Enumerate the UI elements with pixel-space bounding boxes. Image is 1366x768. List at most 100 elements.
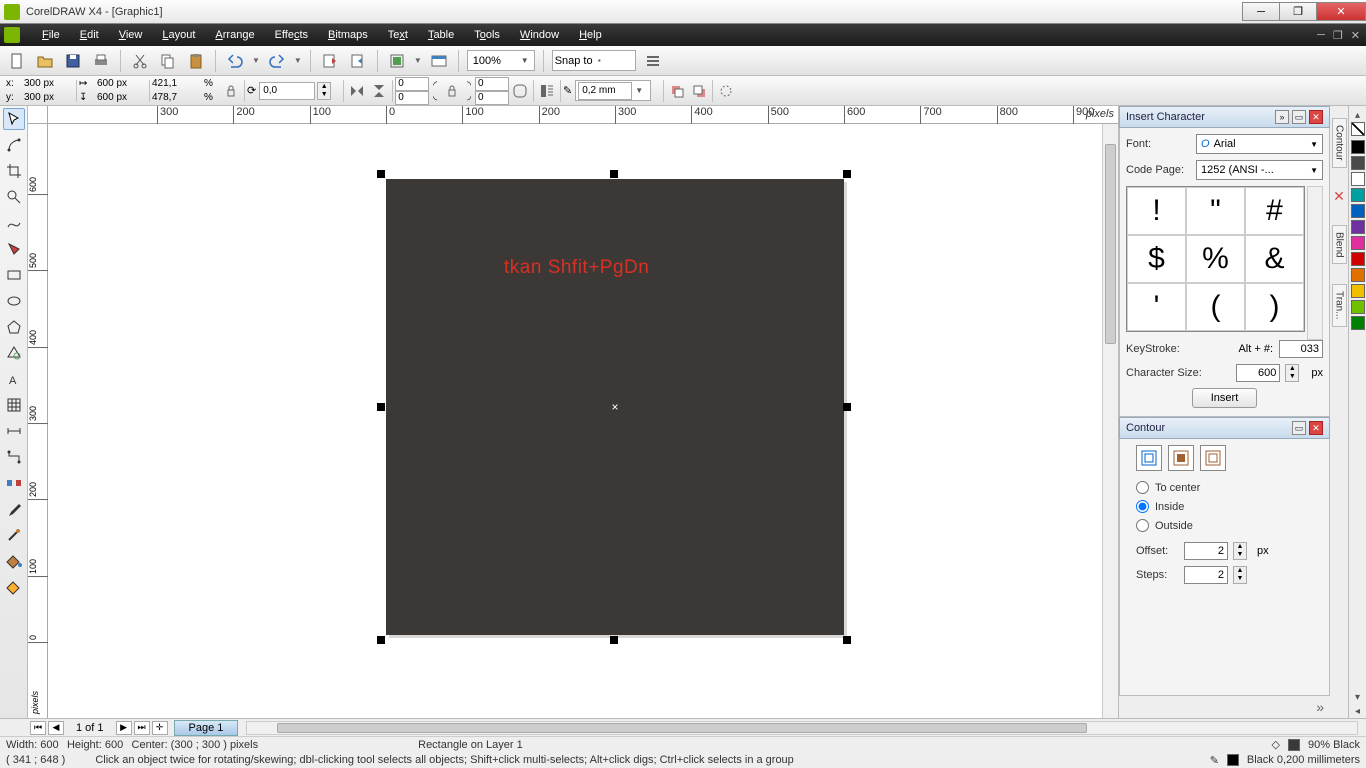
- first-page-button[interactable]: ⏮: [30, 721, 46, 735]
- menu-arrange[interactable]: Arrange: [205, 24, 264, 46]
- selection-handle-tr[interactable]: [843, 170, 851, 178]
- wrap-text-button[interactable]: [536, 80, 558, 102]
- selection-handle-tm[interactable]: [610, 170, 618, 178]
- to-center-radio[interactable]: To center: [1136, 481, 1323, 494]
- character-cell[interactable]: ): [1245, 283, 1304, 331]
- docker-min-icon[interactable]: ▭: [1292, 110, 1306, 124]
- ruler-corner[interactable]: [28, 106, 48, 124]
- tab-close-icon[interactable]: ✕: [1333, 188, 1345, 205]
- selection-handle-bm[interactable]: [610, 636, 618, 644]
- open-button[interactable]: [34, 50, 56, 72]
- codepage-dropdown[interactable]: 1252 (ANSI -...▼: [1196, 160, 1323, 180]
- tab-contour[interactable]: Contour: [1332, 118, 1347, 168]
- snap-dropdown[interactable]: Snap to ▪: [552, 50, 636, 71]
- import-button[interactable]: [319, 50, 341, 72]
- copy-button[interactable]: [157, 50, 179, 72]
- minimize-button[interactable]: ─: [1242, 2, 1280, 21]
- charsize-input[interactable]: [1236, 364, 1280, 382]
- table-tool[interactable]: [3, 394, 25, 416]
- color-swatch[interactable]: [1351, 316, 1365, 330]
- selection-handle-br[interactable]: [843, 636, 851, 644]
- menu-window[interactable]: Window: [510, 24, 569, 46]
- fill-swatch[interactable]: [1288, 739, 1300, 751]
- corner-lock-button[interactable]: [441, 80, 463, 102]
- font-dropdown[interactable]: OArial▼: [1196, 134, 1323, 154]
- save-button[interactable]: [62, 50, 84, 72]
- x-input[interactable]: [24, 78, 74, 89]
- paste-button[interactable]: [185, 50, 207, 72]
- lock-ratio-button[interactable]: [220, 80, 242, 102]
- character-cell[interactable]: $: [1127, 235, 1186, 283]
- menu-table[interactable]: Table: [418, 24, 464, 46]
- smart-fill-tool[interactable]: [3, 238, 25, 260]
- scale-y-input[interactable]: [152, 92, 202, 103]
- undo-caret-icon[interactable]: ▼: [252, 56, 260, 65]
- redo-caret-icon[interactable]: ▼: [294, 56, 302, 65]
- color-swatch[interactable]: [1351, 284, 1365, 298]
- color-swatch[interactable]: [1351, 300, 1365, 314]
- contour-header[interactable]: Contour ▭✕: [1119, 417, 1330, 439]
- horizontal-ruler[interactable]: pixels 300200100010020030040050060070080…: [48, 106, 1118, 124]
- character-cell[interactable]: ": [1186, 187, 1245, 235]
- outline-tool[interactable]: [3, 524, 25, 546]
- selection-handle-ml[interactable]: [377, 403, 385, 411]
- offset-input[interactable]: [1184, 542, 1228, 560]
- corner-tr-input[interactable]: [475, 77, 509, 91]
- interactive-blend-tool[interactable]: [3, 472, 25, 494]
- menu-help[interactable]: Help: [569, 24, 612, 46]
- menu-edit[interactable]: Edit: [70, 24, 109, 46]
- basic-shapes-tool[interactable]: [3, 342, 25, 364]
- palette-down-icon[interactable]: ▾: [1355, 690, 1360, 704]
- interactive-fill-tool[interactable]: [3, 576, 25, 598]
- contour-inside-icon[interactable]: [1168, 445, 1194, 471]
- export-button[interactable]: [347, 50, 369, 72]
- menu-tools[interactable]: Tools: [464, 24, 510, 46]
- rotation-input[interactable]: [259, 82, 315, 100]
- zoom-input[interactable]: [470, 55, 518, 67]
- y-input[interactable]: [24, 92, 74, 103]
- color-swatch[interactable]: [1351, 156, 1365, 170]
- ellipse-tool[interactable]: [3, 290, 25, 312]
- corner-tl-input[interactable]: [395, 77, 429, 91]
- tab-blend[interactable]: Blend: [1332, 225, 1347, 265]
- menu-text[interactable]: Text: [378, 24, 418, 46]
- last-page-button[interactable]: ⏭: [134, 721, 150, 735]
- selection-handle-tl[interactable]: [377, 170, 385, 178]
- character-cell[interactable]: ': [1127, 283, 1186, 331]
- steps-spinner[interactable]: ▲▼: [1233, 566, 1247, 584]
- redo-button[interactable]: [266, 50, 288, 72]
- connector-tool[interactable]: [3, 446, 25, 468]
- selected-rectangle[interactable]: tkan Shfit+PgDn ×: [386, 179, 844, 635]
- undo-button[interactable]: [224, 50, 246, 72]
- docker-close-icon[interactable]: ✕: [1309, 421, 1323, 435]
- corner-br-input[interactable]: [475, 91, 509, 105]
- no-fill-swatch[interactable]: [1351, 122, 1365, 136]
- charsize-spinner[interactable]: ▲▼: [1285, 364, 1299, 382]
- chargrid-scrollbar[interactable]: [1307, 186, 1323, 340]
- mdi-minimize-icon[interactable]: ─: [1317, 29, 1325, 42]
- selection-handle-mr[interactable]: [843, 403, 851, 411]
- docker-close-icon[interactable]: ✕: [1309, 110, 1323, 124]
- scroll-thumb[interactable]: [277, 723, 1087, 733]
- page-tab[interactable]: Page 1: [174, 720, 239, 736]
- close-button[interactable]: ✕: [1316, 2, 1366, 21]
- contour-center-icon[interactable]: [1136, 445, 1162, 471]
- docker-expand-icon[interactable]: »: [1316, 699, 1324, 715]
- add-page-button[interactable]: ✛: [152, 721, 168, 735]
- cut-button[interactable]: [129, 50, 151, 72]
- tab-transparency[interactable]: Tran...: [1332, 284, 1347, 327]
- color-swatch[interactable]: [1351, 172, 1365, 186]
- color-swatch[interactable]: [1351, 236, 1365, 250]
- color-swatch[interactable]: [1351, 268, 1365, 282]
- freehand-tool[interactable]: [3, 212, 25, 234]
- inside-radio[interactable]: Inside: [1136, 500, 1323, 513]
- app-menu-icon[interactable]: [4, 27, 20, 43]
- text-tool[interactable]: A: [3, 368, 25, 390]
- width-input[interactable]: [97, 78, 147, 89]
- color-swatch[interactable]: [1351, 204, 1365, 218]
- color-swatch[interactable]: [1351, 252, 1365, 266]
- color-swatch[interactable]: [1351, 220, 1365, 234]
- mdi-close-icon[interactable]: ✕: [1351, 29, 1360, 42]
- menu-view[interactable]: View: [109, 24, 153, 46]
- outline-width-input[interactable]: [578, 82, 632, 100]
